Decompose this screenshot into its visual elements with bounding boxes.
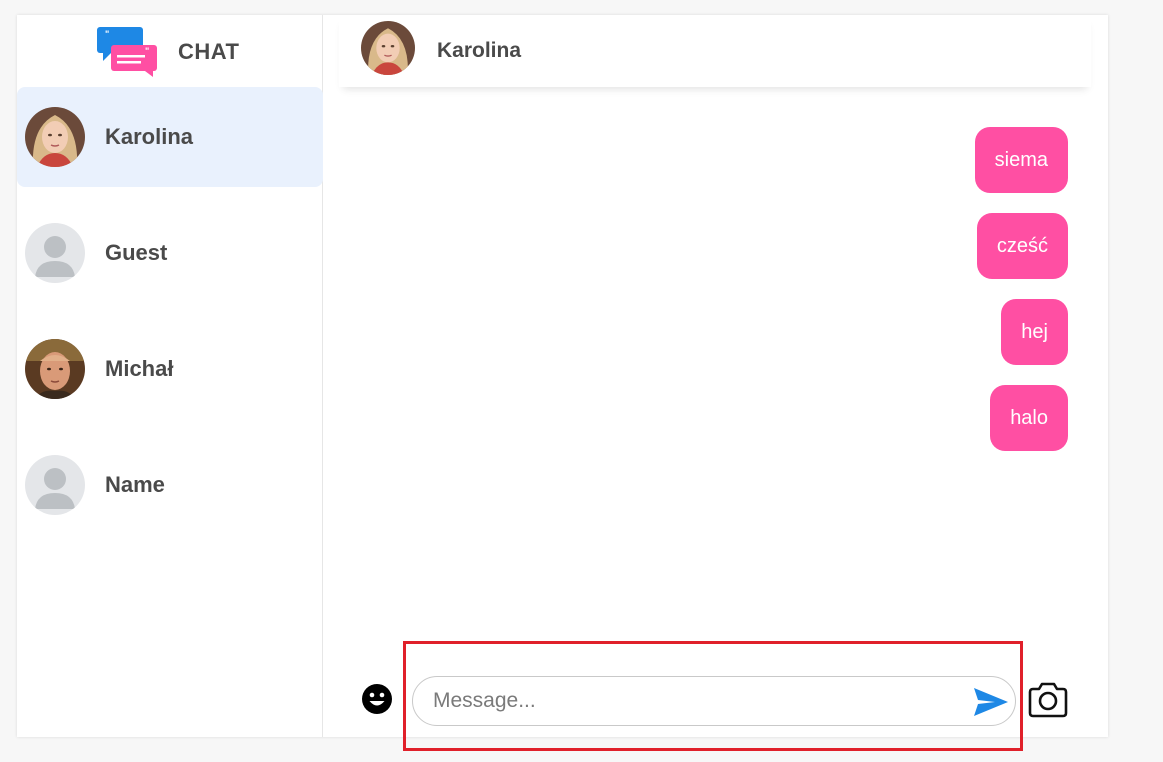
chat-header: Karolina [339, 15, 1091, 87]
brand-header: " " CHAT [17, 15, 323, 87]
chat-panel: Karolina siema cześć hej halo [323, 15, 1108, 737]
send-arrow-icon[interactable] [973, 686, 1009, 718]
default-user-icon [25, 455, 85, 515]
message-list: siema cześć hej halo [974, 127, 1068, 471]
avatar [25, 107, 85, 167]
contact-item-name[interactable]: Name [17, 435, 323, 535]
app-title: CHAT [178, 39, 240, 64]
avatar [25, 339, 85, 399]
contact-item-karolina[interactable]: Karolina [17, 87, 323, 187]
chat-app: " " CHAT Karolina Guest Michał Name Karo… [17, 15, 1108, 737]
contact-name: Karolina [105, 124, 194, 149]
svg-text:": " [145, 46, 149, 56]
contact-list: Karolina Guest Michał Name [17, 87, 323, 551]
avatar-photo [25, 107, 85, 167]
recipient-name: Karolina [437, 39, 522, 62]
chat-logo-icon: " " [97, 27, 157, 77]
message-bubble: halo [990, 385, 1068, 451]
message-input[interactable] [433, 677, 953, 725]
contact-name: Michał [105, 356, 174, 381]
smiley-icon[interactable] [361, 683, 393, 715]
message-bubble: cześć [976, 213, 1068, 279]
default-user-icon [25, 223, 85, 283]
camera-icon[interactable] [1027, 682, 1069, 718]
sidebar: " " CHAT Karolina Guest Michał Name [17, 15, 323, 737]
contact-item-michal[interactable]: Michał [17, 319, 323, 419]
contact-name: Guest [105, 240, 168, 265]
message-bubble: hej [1001, 299, 1068, 365]
recipient-avatar [361, 21, 415, 75]
contact-item-guest[interactable]: Guest [17, 203, 323, 303]
message-composer [323, 635, 1108, 737]
contact-name: Name [105, 472, 165, 497]
message-bubble: siema [974, 127, 1068, 193]
message-input-wrapper [412, 676, 1016, 726]
avatar-photo [25, 339, 85, 399]
svg-text:": " [105, 29, 109, 39]
